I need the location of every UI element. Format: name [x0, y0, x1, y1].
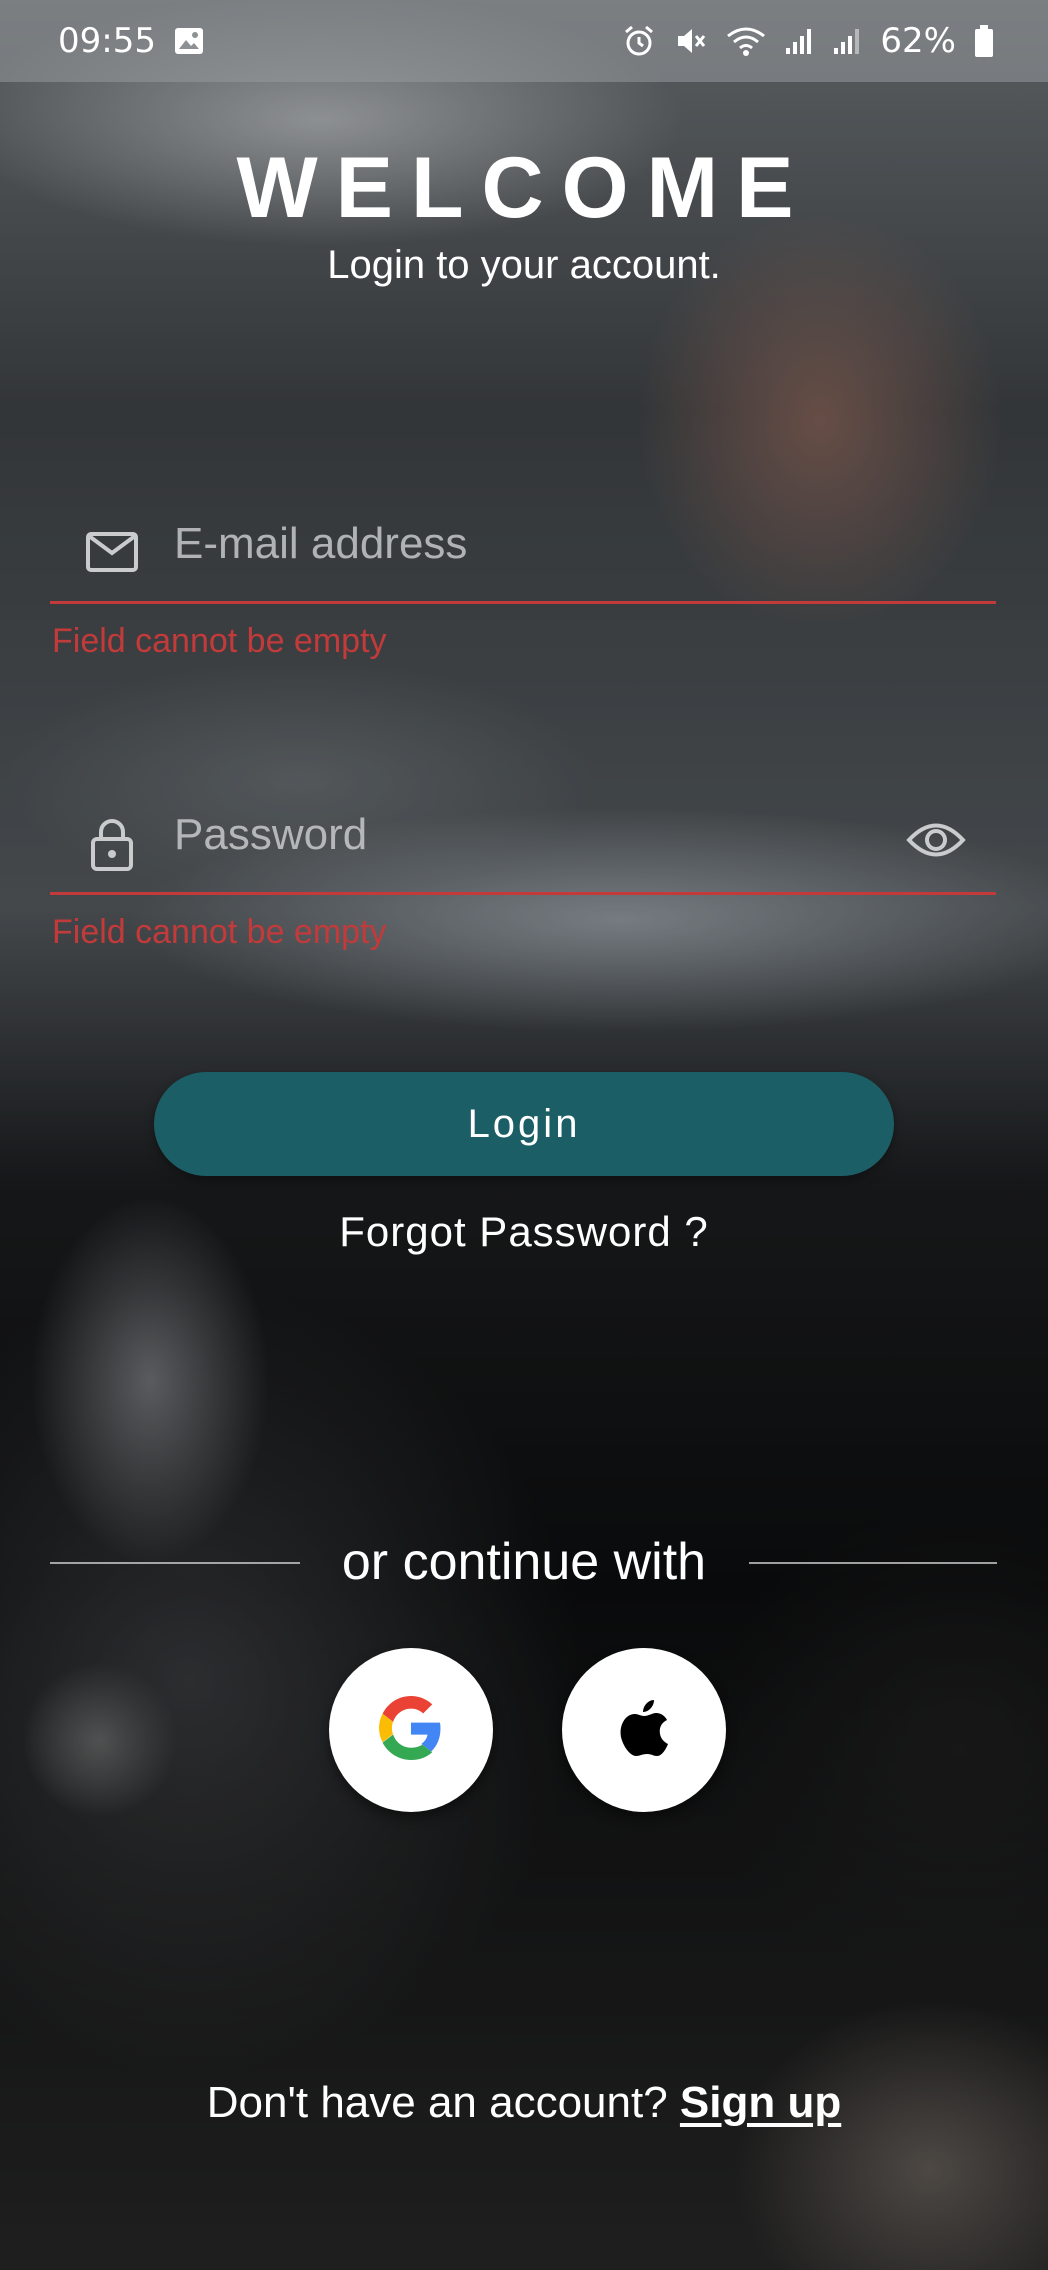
password-field[interactable] — [50, 775, 996, 895]
battery-icon — [974, 24, 994, 58]
divider-line-right — [749, 1562, 997, 1564]
password-input[interactable] — [174, 795, 894, 875]
signup-prompt: Don't have an account? Sign up — [0, 2078, 1048, 2128]
email-error-text: Field cannot be empty — [52, 622, 387, 660]
signup-link[interactable]: Sign up — [680, 2078, 841, 2127]
lock-icon — [84, 815, 140, 871]
password-error-text: Field cannot be empty — [52, 913, 387, 951]
page-subtitle: Login to your account. — [327, 243, 721, 287]
apple-icon — [618, 1698, 670, 1762]
battery-percent: 62% — [880, 21, 956, 61]
signal-icon — [832, 26, 862, 56]
signal-icon — [784, 26, 814, 56]
signup-prompt-text: Don't have an account? — [206, 2078, 680, 2127]
eye-icon[interactable] — [906, 817, 966, 863]
image-icon — [174, 27, 204, 55]
mail-icon — [84, 524, 140, 580]
status-left: 09:55 — [58, 21, 204, 61]
status-right: 62% — [622, 21, 994, 61]
page-title: WELCOME — [236, 140, 812, 236]
google-login-button[interactable] — [329, 1648, 493, 1812]
mute-icon — [674, 24, 708, 58]
email-field[interactable] — [50, 484, 996, 604]
email-input[interactable] — [174, 504, 894, 584]
status-time: 09:55 — [58, 21, 156, 61]
alarm-icon — [622, 24, 656, 58]
login-button[interactable]: Login — [154, 1072, 894, 1176]
google-icon — [379, 1696, 443, 1764]
status-bar: 09:55 62% — [0, 0, 1048, 82]
apple-login-button[interactable] — [562, 1648, 726, 1812]
wifi-icon — [726, 24, 766, 58]
forgot-password-link[interactable]: Forgot Password ? — [0, 1208, 1048, 1256]
